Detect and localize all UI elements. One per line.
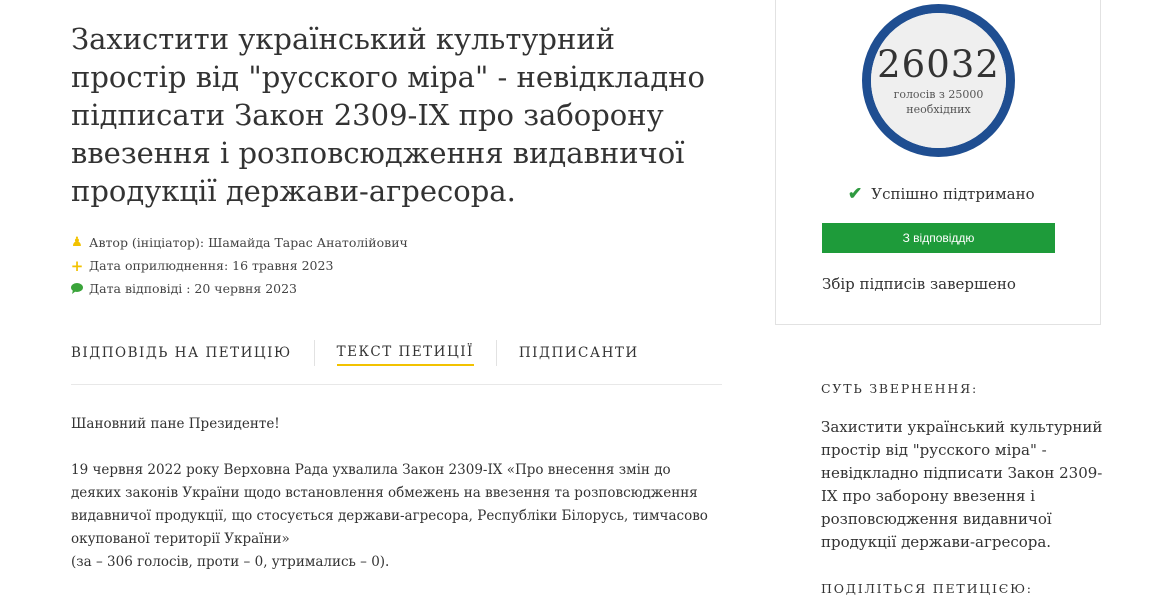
signature-counter: 26032 голосів з 25000 необхідних [871, 13, 1006, 148]
petition-tabs: ВІДПОВІДЬ НА ПЕТИЦІЮ ТЕКСТ ПЕТИЦІЇ ПІДПИ… [71, 340, 639, 366]
tab-divider [495, 340, 497, 366]
share-heading: ПОДІЛІТЬСЯ ПЕТИЦІЄЮ: [821, 581, 1033, 596]
status-text: Успішно підтримано [871, 185, 1035, 203]
petition-meta: ♟ Автор (ініціатор): Шамайда Тарас Анато… [71, 231, 408, 300]
meta-author-text: Автор (ініціатор): Шамайда Тарас Анатолі… [89, 235, 408, 250]
status-badge: ✔ Успішно підтримано [848, 184, 1035, 204]
meta-published-text: Дата оприлюднення: 16 травня 2023 [89, 258, 334, 273]
collection-closed-text: Збір підписів завершено [822, 275, 1016, 293]
summary-text: Захистити український культурний простір… [821, 418, 1103, 551]
with-answer-button[interactable]: З відповіддю [822, 223, 1055, 253]
plus-icon: + [70, 256, 84, 275]
tab-petition-text[interactable]: ТЕКСТ ПЕТИЦІЇ [336, 341, 474, 366]
check-icon: ✔ [848, 184, 863, 204]
tab-signers[interactable]: ПІДПИСАНТИ [519, 342, 639, 365]
signature-count: 26032 [877, 42, 1000, 86]
signature-count-caption: голосів з 25000 необхідних [893, 87, 984, 116]
user-icon: ♟ [71, 235, 83, 250]
chat-icon [71, 283, 83, 294]
body-paragraph-text: 19 червня 2022 року Верховна Рада ухвали… [71, 462, 708, 547]
summary-heading: СУТЬ ЗВЕРНЕННЯ: [821, 381, 978, 396]
petition-title: Захистити український культурний простір… [71, 22, 705, 208]
body-greeting: Шановний пане Президенте! [71, 416, 280, 432]
tab-answer[interactable]: ВІДПОВІДЬ НА ПЕТИЦІЮ [71, 342, 292, 365]
meta-published: + Дата оприлюднення: 16 травня 2023 [71, 254, 408, 277]
body-vote-result: (за – 306 голосів, проти – 0, утримались… [71, 554, 390, 570]
tabs-divider [71, 384, 722, 385]
meta-answered-text: Дата відповіді : 20 червня 2023 [89, 281, 298, 296]
meta-author: ♟ Автор (ініціатор): Шамайда Тарас Анато… [71, 231, 408, 254]
meta-answered: Дата відповіді : 20 червня 2023 [71, 277, 408, 300]
tab-divider [313, 340, 315, 366]
petition-body: Шановний пане Президенте! 19 червня 2022… [71, 413, 711, 574]
body-paragraph: 19 червня 2022 року Верховна Рада ухвали… [71, 459, 711, 574]
